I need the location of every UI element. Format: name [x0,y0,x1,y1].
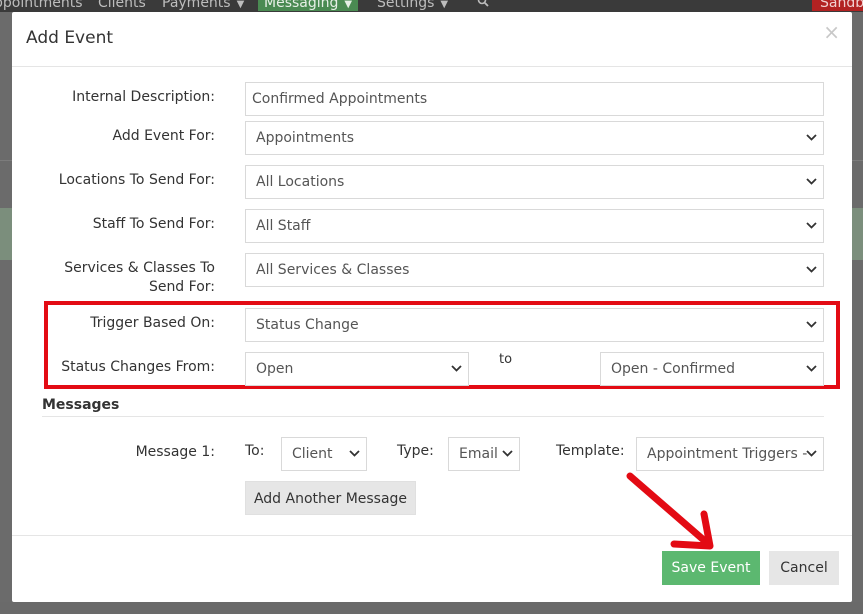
message-type-select[interactable]: Email [448,437,520,471]
staff-label: Staff To Send For: [92,216,215,232]
chevron-down-icon [805,438,819,470]
background-divider [0,160,12,161]
message-1-label: Message 1: [135,444,215,460]
background-right-strip [852,12,863,602]
status-to-value: Open - Confirmed [611,361,736,377]
message-to-value: Client [292,446,333,462]
services-select[interactable]: All Services & Classes [245,253,824,287]
add-event-modal: Add Event × Internal Description: Confir… [12,12,852,602]
background-alert-left [0,208,12,260]
trigger-label: Trigger Based On: [90,315,215,331]
background-left-strip [0,12,12,602]
staff-value: All Staff [256,218,311,234]
modal-title: Add Event [26,28,114,48]
services-value: All Services & Classes [256,262,410,278]
chevron-down-icon [501,438,515,470]
nav-settings-label: Settings [377,0,435,11]
nav-appointments[interactable]: ppointments [0,0,83,11]
top-navbar: ppointments Clients Payments ▼ Messaging ▼… [0,0,863,12]
search-icon[interactable] [477,0,489,11]
sandbox-badge: Sandbo [812,0,863,11]
chevron-down-icon [450,353,464,385]
cancel-button[interactable]: Cancel [769,551,839,585]
add-another-message-button[interactable]: Add Another Message [245,481,416,515]
message-template-label: Template: [556,443,625,459]
chevron-down-icon [805,353,819,385]
chevron-down-icon: ▼ [236,0,245,10]
modal-header: Add Event × [12,12,852,67]
messages-section-title: Messages [42,397,120,413]
nav-payments[interactable]: Payments ▼ [162,0,244,11]
message-to-label: To: [245,443,265,459]
nav-messaging-label: Messaging [264,0,339,11]
trigger-value: Status Change [256,317,359,333]
close-icon[interactable]: × [823,20,840,44]
nav-messaging[interactable]: Messaging ▼ [258,0,359,11]
staff-select[interactable]: All Staff [245,209,824,243]
message-type-label: Type: [397,443,434,459]
messages-divider [42,416,824,417]
locations-select[interactable]: All Locations [245,165,824,199]
status-to-label: to [499,352,513,367]
background-divider [852,160,863,161]
add-event-for-select[interactable]: Appointments [245,121,824,155]
internal-description-input[interactable]: Confirmed Appointments [245,82,824,116]
chevron-down-icon [805,210,819,242]
chevron-down-icon [348,438,362,470]
chevron-down-icon [805,166,819,198]
status-to-select[interactable]: Open - Confirmed [600,352,824,386]
chevron-down-icon [805,309,819,341]
status-changes-label: Status Changes From: [61,359,215,375]
modal-footer-divider [12,535,852,536]
status-from-select[interactable]: Open [245,352,469,386]
nav-clients[interactable]: Clients [98,0,146,11]
internal-description-label: Internal Description: [72,89,215,105]
nav-payments-label: Payments [162,0,231,11]
annotation-arrow-icon [626,472,714,550]
background-alert-right [852,208,863,260]
trigger-select[interactable]: Status Change [245,308,824,342]
chevron-down-icon: ▼ [344,0,353,10]
chevron-down-icon [805,254,819,286]
internal-description-value: Confirmed Appointments [252,91,428,107]
locations-label: Locations To Send For: [58,172,215,188]
nav-settings[interactable]: Settings ▼ [377,0,448,11]
chevron-down-icon: ▼ [440,0,449,10]
add-event-for-value: Appointments [256,130,355,146]
services-label: Services & Classes To Send For: [64,260,215,295]
chevron-down-icon [805,122,819,154]
message-to-select[interactable]: Client [281,437,367,471]
add-event-for-label: Add Event For: [112,128,215,144]
status-from-value: Open [256,361,294,377]
locations-value: All Locations [256,174,345,190]
